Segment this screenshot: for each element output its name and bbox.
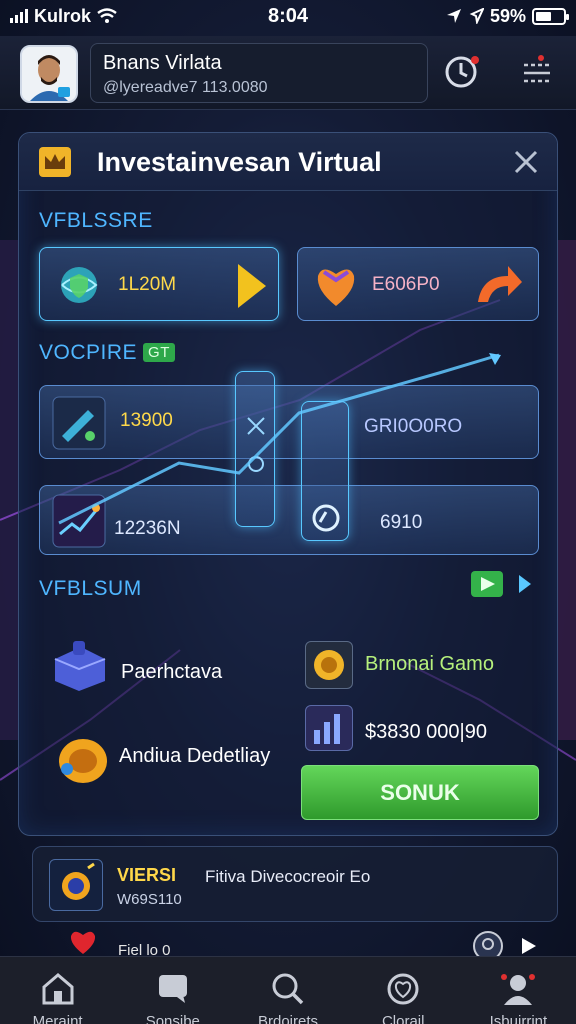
chat-bubble-icon: [158, 975, 187, 1003]
feature-label-4[interactable]: $3830 000|90: [365, 721, 487, 744]
bottom-navigation: Meraint Sonsibe Brdoirets Clorail Isbuir…: [0, 956, 576, 1024]
profile-icon: [501, 974, 536, 1005]
nav-item-search[interactable]: Brdoirets: [230, 957, 345, 1024]
nav-label-chat: Sonsibe: [145, 1013, 200, 1024]
panel-title: Investainvesan Virtual: [97, 147, 382, 177]
menu-icon[interactable]: [517, 52, 557, 92]
heart-shield-icon: [317, 269, 355, 306]
wifi-icon: [97, 8, 117, 23]
nav-label-home: Meraint: [32, 1013, 83, 1024]
play-icon[interactable]: [518, 936, 540, 956]
stat-card-2[interactable]: E606P0: [297, 247, 539, 321]
promo-badge-icon: [49, 859, 103, 911]
next-arrow-icon[interactable]: [469, 569, 539, 599]
feature-label-3[interactable]: Brnonai Gamo: [365, 653, 494, 676]
stat-card-1[interactable]: 1L20M: [39, 247, 279, 321]
profile-handle: @lyereadve7 113.0080: [103, 79, 268, 96]
stat-value-2: E606P0: [372, 274, 440, 295]
section-label-3: VFBLSUM: [39, 577, 142, 600]
nav-item-profile[interactable]: Isbuirrint: [461, 957, 576, 1024]
feed-row[interactable]: Fiel lo 0: [60, 928, 560, 959]
location-pin-icon[interactable]: [470, 928, 506, 956]
feature-label-1[interactable]: Paerhctava: [121, 661, 222, 684]
avatar[interactable]: [20, 45, 78, 103]
home-icon: [42, 973, 74, 1005]
profile-name-box[interactable]: Bnans Virlata @lyereadve7 113.0080: [90, 43, 428, 103]
panel-titlebar: Investainvesan Virtual: [19, 133, 557, 191]
bar-chart-icon: [305, 705, 353, 751]
close-icon[interactable]: [511, 147, 541, 177]
growth-trend-line: [58, 353, 501, 525]
battery-icon: [532, 7, 569, 25]
coin-box-icon: [305, 641, 353, 689]
clock: 8:04: [267, 4, 309, 27]
promo-subtitle: W69S110: [117, 891, 182, 908]
promo-banner[interactable]: VIERSI Fitiva Divecocreoir Eo W69S110: [32, 846, 558, 922]
promo-title: VIERSI: [117, 865, 177, 885]
user-avatar-icon: [22, 47, 76, 101]
nav-item-chat[interactable]: Sonsibe: [115, 957, 230, 1024]
profile-header: Bnans Virlata @lyereadve7 113.0080: [0, 36, 576, 110]
heart-outline-icon: [387, 973, 419, 1005]
profile-name: Bnans Virlata: [103, 52, 222, 74]
section-label-1: VFBLSSRE: [39, 209, 153, 232]
trend-arrow-icon: [478, 266, 522, 302]
battery-percent: 59%: [489, 5, 526, 26]
history-clock-icon[interactable]: [441, 52, 481, 92]
search-icon: [272, 973, 304, 1005]
location-icon: [446, 9, 461, 23]
location-arrow-icon: [469, 8, 484, 24]
status-bar: Kulrok 8:04 59%: [0, 0, 576, 32]
primary-action-button[interactable]: SONUK: [301, 765, 539, 820]
crown-icon: [39, 147, 71, 177]
play-arrow-icon: [238, 264, 266, 308]
feature-label-2[interactable]: Andiua Dedetliay: [119, 745, 270, 768]
heart-icon[interactable]: [68, 928, 98, 956]
nav-label-profile: Isbuirrint: [489, 1013, 548, 1024]
nav-label-favorites: Clorail: [381, 1013, 425, 1024]
promo-text: Fitiva Divecocreoir Eo: [205, 867, 371, 886]
gold-coin-icon: [53, 733, 109, 789]
carrier-label: Kulrok: [34, 5, 92, 26]
nav-item-home[interactable]: Meraint: [0, 957, 115, 1024]
signal-icon: [10, 9, 28, 23]
globe-shield-icon: [61, 267, 98, 303]
vault-icon: [51, 639, 107, 693]
stat-value-1: 1L20M: [118, 274, 177, 295]
nav-item-favorites[interactable]: Clorail: [346, 957, 461, 1024]
investment-panel: Investainvesan Virtual VFBLSSRE 1L20M E6…: [18, 132, 558, 836]
nav-label-search: Brdoirets: [257, 1013, 319, 1024]
